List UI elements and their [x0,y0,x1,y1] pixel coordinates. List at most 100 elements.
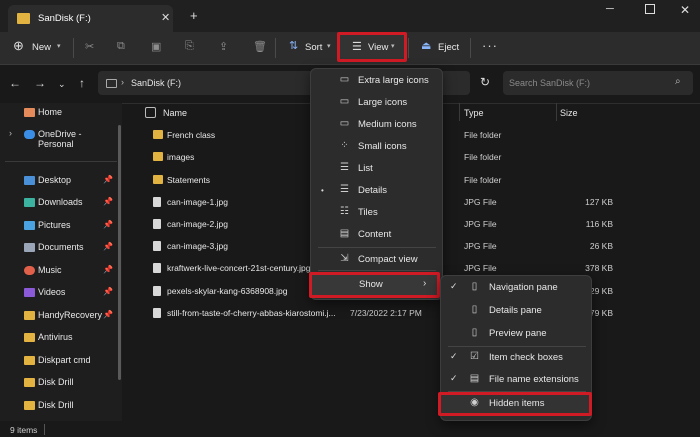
sidebar-item-diskpart-cmd[interactable]: Diskpart cmd [0,352,118,370]
menu-item-label: Small icons [358,141,407,152]
sidebar-item-onedrive[interactable]: › OneDrive - Personal [0,126,118,149]
sidebar-item-handyrecovery[interactable]: HandyRecovery 📌 [0,307,118,325]
menu-item-preview-pane[interactable]: ▯ Preview pane [441,323,591,345]
menu-item-navigation-pane[interactable]: ✓ ▯ Navigation pane [441,277,591,299]
up-arrow-icon[interactable]: ↑ [79,76,85,90]
menu-item-label: Extra large icons [358,75,429,86]
eject-icon: ⏏ [421,40,432,52]
menu-divider [318,247,436,248]
music-icon [24,266,35,275]
column-header-type[interactable]: Type [464,108,484,118]
sidebar-divider [5,161,117,162]
menu-item-label: Navigation pane [489,282,558,293]
menu-item-label: Details pane [489,305,542,316]
column-header-name[interactable]: Name [163,108,187,118]
sidebar-item-disk-drill[interactable]: Disk Drill [0,374,118,392]
menu-item-extra-large-icons[interactable]: ▭ Extra large icons [311,70,442,92]
sidebar-item-downloads[interactable]: Downloads 📌 [0,194,118,212]
column-divider[interactable] [556,103,557,121]
cloud-icon [24,130,35,139]
file-size: 127 KB [585,197,613,207]
column-header-size[interactable]: Size [560,108,578,118]
menu-item-tiles[interactable]: ☷ Tiles [311,202,442,224]
sort-button[interactable]: Sort [305,42,322,53]
column-divider[interactable] [459,103,460,121]
close-window-button[interactable]: ✕ [680,3,690,17]
medium-icons-icon: ▭ [339,118,350,129]
sidebar-item-antivirus[interactable]: Antivirus [0,329,118,347]
menu-item-hidden-items[interactable]: ◉ Hidden items [441,393,591,415]
window-tab[interactable]: SanDisk (F:) ✕ [8,5,173,32]
sidebar-item-pictures[interactable]: Pictures 📌 [0,217,118,235]
tiles-icon: ☷ [340,206,349,217]
menu-item-details[interactable]: • ☰ Details [311,180,442,202]
copy-icon[interactable]: ⧉ [117,40,125,53]
file-name: can-image-2.jpg [167,219,228,229]
more-options-icon[interactable]: ··· [482,38,498,53]
large-icons-icon: ▭ [339,96,350,107]
file-type: File folder [464,152,502,162]
menu-item-content[interactable]: ▤ Content [311,224,442,246]
checkmark-icon: ✓ [450,281,458,291]
sidebar-item-videos[interactable]: Videos 📌 [0,284,118,302]
menu-item-file-name-extensions[interactable]: ✓ ▤ File name extensions [441,369,591,391]
minimize-button[interactable]: ─ [606,3,614,15]
share-icon[interactable]: ⇪ [219,40,228,53]
sidebar-item-disk-drill-2[interactable]: Disk Drill [0,397,118,415]
file-type: JPG File [464,241,497,251]
new-button[interactable]: New [32,42,51,53]
sidebar-item-label: Documents [38,242,84,252]
sidebar-item-label: Home [38,107,63,117]
cut-icon[interactable]: ✂ [85,40,94,53]
menu-item-small-icons[interactable]: ⁘ Small icons [311,136,442,158]
delete-icon[interactable]: 🗑 [253,40,267,53]
tab-close-icon[interactable]: ✕ [161,11,170,24]
navigation-pane-icon: ▯ [471,281,478,292]
sidebar-item-label: Videos [38,287,66,297]
paste-icon[interactable]: ▣ [151,40,161,53]
file-size: 378 KB [585,263,613,273]
maximize-button[interactable] [645,4,655,14]
menu-item-compact-view[interactable]: ⇲ Compact view [311,249,442,271]
eject-button[interactable]: Eject [438,42,459,53]
file-row[interactable]: still-from-taste-of-cherry-abbas-kiarost… [140,303,700,325]
menu-item-label: Content [358,229,392,240]
sidebar-item-desktop[interactable]: Desktop 📌 [0,172,118,190]
back-arrow-icon[interactable]: ← [9,76,21,90]
file-name: images [167,152,195,162]
sidebar-item-label: Disk Drill [38,377,74,387]
sidebar-item-label: Disk Drill [38,400,74,410]
forward-arrow-icon[interactable]: → [34,76,46,90]
sidebar-scrollbar[interactable] [118,125,121,380]
drive-icon [106,79,117,88]
menu-divider [318,270,436,271]
image-file-icon [153,241,161,251]
file-size: 26 KB [589,241,613,251]
menu-item-item-check-boxes[interactable]: ✓ ☑ Item check boxes [441,347,591,369]
refresh-icon[interactable]: ↻ [480,75,490,89]
menu-item-label: Medium icons [358,119,417,130]
menu-item-large-icons[interactable]: ▭ Large icons [311,92,442,114]
new-tab-button[interactable]: + [190,8,198,23]
menu-item-medium-icons[interactable]: ▭ Medium icons [311,114,442,136]
file-type: File folder [464,175,502,185]
sidebar-item-music[interactable]: Music 📌 [0,262,118,280]
pin-icon: 📌 [103,310,113,319]
recent-chevron-icon[interactable]: ⌄ [58,79,66,90]
show-label: Show [359,279,383,290]
folder-icon [24,311,35,320]
file-extensions-icon: ▤ [469,373,480,384]
sidebar-item-home[interactable]: Home [0,104,118,122]
sidebar-item-documents[interactable]: Documents 📌 [0,239,118,257]
breadcrumb[interactable]: SanDisk (F:) [131,78,181,88]
pictures-icon [24,221,35,230]
menu-item-list[interactable]: ☰ List [311,158,442,180]
select-all-checkbox[interactable] [145,107,156,118]
expand-chevron-icon[interactable]: › [9,128,12,138]
view-button[interactable]: View [368,42,388,53]
search-icon: ⌕ [675,76,681,87]
rename-icon[interactable]: ⎘ [185,40,194,53]
menu-item-details-pane[interactable]: ▯ Details pane [441,300,591,322]
file-name: pexels-skylar-kang-6368908.jpg [167,286,288,296]
details-pane-icon: ▯ [471,304,478,315]
